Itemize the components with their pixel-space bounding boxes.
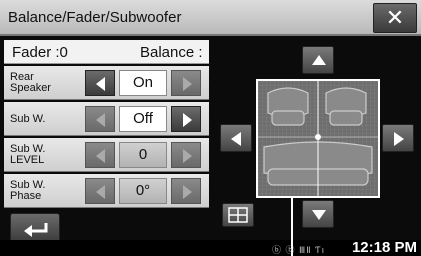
subwoofer-level-prev-button[interactable] (85, 142, 115, 168)
listening-position-marker (315, 134, 321, 140)
right-arrow-icon (183, 77, 192, 91)
fader-front-button[interactable] (302, 46, 334, 74)
fader-value: Fader :0 (12, 44, 68, 61)
subwoofer-label: Sub W. (10, 112, 46, 125)
center-reset-button[interactable] (222, 203, 254, 227)
car-seat-map[interactable] (256, 79, 380, 198)
car-seats-graphic (258, 81, 378, 196)
rear-speaker-prev-button[interactable] (85, 70, 115, 96)
balance-left-button[interactable] (220, 124, 252, 152)
subwoofer-next-button[interactable] (171, 106, 201, 132)
subwoofer-phase-label: Sub W. Phase (10, 179, 46, 202)
left-arrow-icon (231, 132, 241, 146)
subwoofer-phase-prev-button[interactable] (85, 178, 115, 204)
fader-balance-readout: Fader :0 Balance : 0 (4, 40, 209, 78)
subwoofer-phase-row: Sub W. Phase 0° (4, 174, 209, 208)
right-arrow-icon (183, 185, 192, 199)
title-bar: Balance/Fader/Subwoofer ✕ (0, 0, 421, 36)
center-reset-icon (228, 207, 248, 223)
close-button[interactable]: ✕ (373, 3, 417, 33)
right-arrow-icon (183, 149, 192, 163)
rear-speaker-next-button[interactable] (171, 70, 201, 96)
up-arrow-icon (312, 55, 326, 65)
rear-speaker-row: Rear Speaker On (4, 66, 209, 100)
front-left-seat (267, 87, 309, 126)
subwoofer-level-next-button[interactable] (171, 142, 201, 168)
subwoofer-phase-value: 0° (119, 178, 167, 204)
right-arrow-icon (394, 132, 404, 146)
close-icon: ✕ (385, 5, 405, 30)
window-title: Balance/Fader/Subwoofer (8, 9, 182, 26)
back-arrow-icon (24, 223, 48, 237)
subwoofer-level-row: Sub W. LEVEL 0 (4, 138, 209, 172)
balance-fader-screen: Balance/Fader/Subwoofer ✕ Fader :0 Balan… (0, 0, 421, 256)
right-arrow-icon (183, 113, 192, 127)
down-arrow-icon (312, 210, 326, 220)
subwoofer-prev-button[interactable] (85, 106, 115, 132)
fader-rear-button[interactable] (302, 200, 334, 228)
left-arrow-icon (96, 113, 105, 127)
subwoofer-level-label: Sub W. LEVEL (10, 143, 46, 166)
subwoofer-value: Off (119, 106, 167, 132)
status-icons: ⓑ ⓑ ⅢⅡ Ƭı (272, 245, 326, 255)
left-arrow-icon (96, 149, 105, 163)
clock: 12:18 PM (351, 239, 417, 256)
left-arrow-icon (96, 77, 105, 91)
subwoofer-level-value: 0 (119, 142, 167, 168)
front-right-seat (325, 87, 367, 126)
rear-speaker-value: On (119, 70, 167, 96)
left-arrow-icon (96, 185, 105, 199)
rear-speaker-label: Rear Speaker (10, 71, 51, 94)
subwoofer-row: Sub W. Off (4, 102, 209, 136)
subwoofer-phase-next-button[interactable] (171, 178, 201, 204)
back-button[interactable] (10, 213, 60, 243)
balance-right-button[interactable] (382, 124, 414, 152)
